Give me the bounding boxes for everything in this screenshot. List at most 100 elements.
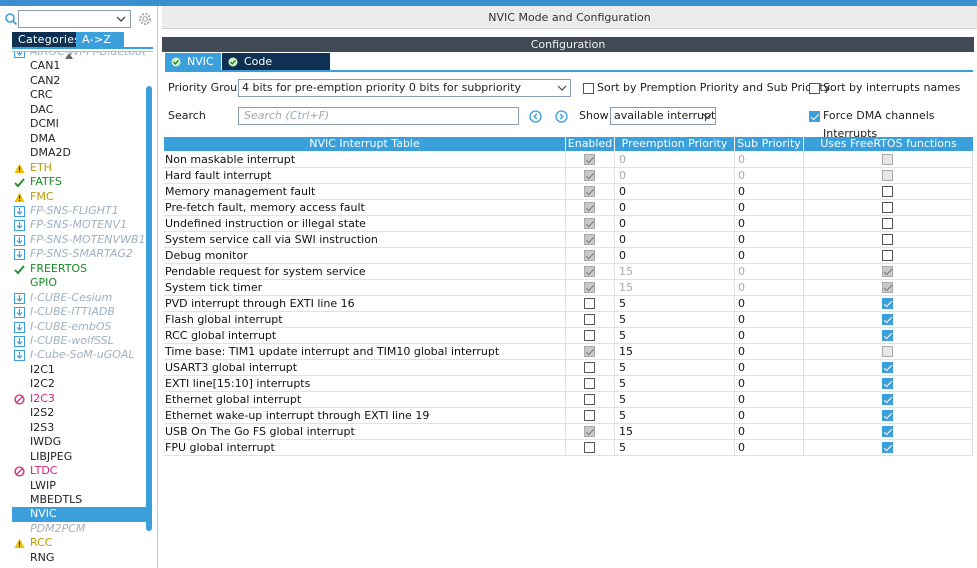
preemption-priority-cell[interactable]: 5 [615,296,735,312]
preemption-priority-cell[interactable]: 0 [615,248,735,264]
freertos-checkbox[interactable] [882,394,893,405]
tab-code-generation[interactable]: Code generation [222,53,330,85]
table-row[interactable]: RCC global interrupt 5 0 [164,328,973,344]
column-header[interactable]: NVIC Interrupt Table [164,137,566,151]
list-item[interactable]: CRC [12,88,146,103]
list-item[interactable]: FMC [12,190,146,205]
list-item[interactable]: FATFS [12,175,146,190]
list-item[interactable]: I2C2 [12,377,146,392]
list-item[interactable]: PDM2PCM [12,522,146,537]
preemption-priority-cell[interactable]: 15 [615,344,735,360]
column-header[interactable]: Uses FreeRTOS functions [804,137,973,151]
list-item[interactable]: AIROC-Wi-Fi-Bluetooth- [12,52,146,60]
sort-names-checkbox[interactable] [809,83,820,94]
list-item[interactable]: LWIP [12,479,146,494]
table-row[interactable]: Debug monitor 0 0 [164,248,973,264]
tab-nvic[interactable]: NVIC [165,53,221,70]
freertos-checkbox[interactable] [882,330,893,341]
sub-priority-cell[interactable]: 0 [735,392,804,408]
list-item[interactable]: ETH [12,161,146,176]
enabled-checkbox[interactable] [584,410,595,421]
chevron-down-icon[interactable] [115,12,127,26]
preemption-priority-cell[interactable]: 0 [615,232,735,248]
list-item[interactable]: CAN2 [12,74,146,89]
preemption-priority-cell[interactable]: 5 [615,408,735,424]
freertos-checkbox[interactable] [882,442,893,453]
freertos-checkbox[interactable] [882,314,893,325]
freertos-checkbox[interactable] [882,202,893,213]
sub-priority-cell[interactable]: 0 [735,200,804,216]
list-item[interactable]: LIBJPEG [12,450,146,465]
table-row[interactable]: PVD interrupt through EXTI line 16 5 0 [164,296,973,312]
freertos-checkbox[interactable] [882,378,893,389]
sub-priority-cell[interactable]: 0 [735,312,804,328]
table-row[interactable]: Non maskable interrupt 0 0 [164,152,973,168]
table-row[interactable]: Time base: TIM1 update interrupt and TIM… [164,344,973,360]
tab-categories[interactable]: Categories [12,32,80,47]
list-item[interactable]: CAN1 [12,59,146,74]
priority-group-select[interactable]: 4 bits for pre-emption priority 0 bits f… [238,79,571,97]
sort-preemption-checkbox[interactable] [583,83,594,94]
table-row[interactable]: USART3 global interrupt 5 0 [164,360,973,376]
sub-priority-cell[interactable]: 0 [735,376,804,392]
list-item[interactable]: I2S2 [12,406,146,421]
sub-priority-cell[interactable]: 0 [735,360,804,376]
gear-icon[interactable] [137,11,153,27]
freertos-checkbox[interactable] [882,186,893,197]
interrupt-search-input[interactable]: Search (Ctrl+F) [238,107,519,125]
list-item[interactable]: LTDC [12,464,146,479]
list-item[interactable]: IWDG [12,435,146,450]
list-item[interactable]: RCC [12,536,146,551]
list-item[interactable]: I2C1 [12,363,146,378]
preemption-priority-cell[interactable]: 5 [615,392,735,408]
list-item[interactable]: I2S3 [12,421,146,436]
column-header[interactable]: Enabled [566,137,615,151]
table-row[interactable]: Hard fault interrupt 0 0 [164,168,973,184]
preemption-priority-cell[interactable]: 0 [615,184,735,200]
sub-priority-cell[interactable]: 0 [735,328,804,344]
freertos-checkbox[interactable] [882,410,893,421]
enabled-checkbox[interactable] [584,362,595,373]
list-item[interactable]: DCMI [12,117,146,132]
column-header[interactable]: Preemption Priority [615,137,735,151]
search-icon[interactable] [4,11,18,27]
list-item[interactable]: NVIC [12,507,146,522]
sub-priority-cell[interactable]: 0 [735,216,804,232]
enabled-checkbox[interactable] [584,330,595,341]
sub-priority-cell[interactable]: 0 [735,344,804,360]
freertos-checkbox[interactable] [882,362,893,373]
force-dma-checkbox[interactable] [809,111,820,122]
search-field[interactable] [18,10,131,28]
table-row[interactable]: Pre-fetch fault, memory access fault 0 0 [164,200,973,216]
freertos-checkbox[interactable] [882,234,893,245]
sub-priority-cell[interactable]: 0 [735,184,804,200]
list-item[interactable]: I-CUBE-embOS [12,320,146,335]
freertos-checkbox[interactable] [882,298,893,309]
table-row[interactable]: USB On The Go FS global interrupt 15 0 [164,424,973,440]
list-scrollbar[interactable] [146,86,152,531]
preemption-priority-cell[interactable]: 15 [615,424,735,440]
sub-priority-cell[interactable]: 0 [735,440,804,456]
list-item[interactable]: DMA2D [12,146,146,161]
list-item[interactable]: I2C3 [12,392,146,407]
list-item[interactable]: RNG [12,551,146,566]
list-item[interactable]: GPIO [12,276,146,291]
table-row[interactable]: Ethernet global interrupt 5 0 [164,392,973,408]
preemption-priority-cell[interactable]: 5 [615,360,735,376]
list-item[interactable]: I-Cube-SoM-uGOAL [12,348,146,363]
enabled-checkbox[interactable] [584,298,595,309]
enabled-checkbox[interactable] [584,442,595,453]
table-row[interactable]: Ethernet wake-up interrupt through EXTI … [164,408,973,424]
list-item[interactable]: I-CUBE-wolfSSL [12,334,146,349]
table-row[interactable]: Undefined instruction or illegal state 0 0 [164,216,973,232]
preemption-priority-cell[interactable]: 5 [615,312,735,328]
freertos-checkbox[interactable] [882,218,893,229]
list-item[interactable]: I-CUBE-Cesium [12,291,146,306]
list-item[interactable]: DMA [12,132,146,147]
tab-a-to-z[interactable]: A->Z [76,32,124,47]
table-row[interactable]: Pendable request for system service 15 0 [164,264,973,280]
preemption-priority-cell[interactable]: 5 [615,328,735,344]
preemption-priority-cell[interactable]: 5 [615,440,735,456]
sub-priority-cell[interactable]: 0 [735,248,804,264]
list-item[interactable]: FP-SNS-MOTENV1 [12,218,146,233]
